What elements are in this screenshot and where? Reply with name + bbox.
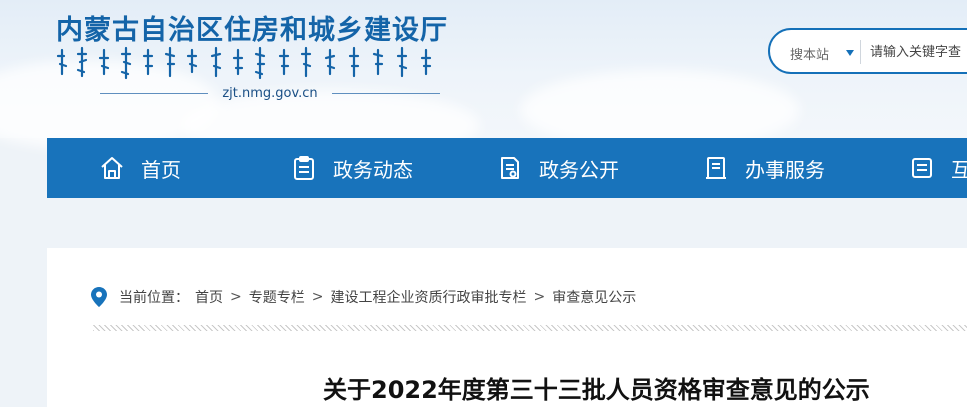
caret-down-icon[interactable] (846, 50, 854, 56)
breadcrumb-item-home[interactable]: 首页 (195, 287, 223, 307)
document-icon (497, 155, 523, 181)
breadcrumb-item-current[interactable]: 审查意见公示 (552, 287, 636, 307)
page: 内蒙古自治区住房和城乡建设厅 zjt.nmg.gov.cn 搜本站 请输入关键字… (0, 0, 967, 407)
divider (100, 92, 209, 94)
breadcrumb: 当前位置： 首页 > 专题专栏 > 建设工程企业资质行政审批专栏 > 审查意见公… (91, 286, 636, 308)
site-domain: zjt.nmg.gov.cn (222, 85, 318, 101)
nav-item-home[interactable]: 首页 (99, 138, 181, 198)
breadcrumb-item-column[interactable]: 建设工程企业资质行政审批专栏 (330, 287, 526, 307)
interaction-icon (909, 155, 935, 181)
domain-row: zjt.nmg.gov.cn (100, 84, 440, 102)
breadcrumb-prefix: 当前位置： (119, 290, 189, 306)
breadcrumb-separator: > (533, 289, 546, 305)
nav-item-label: 互 (951, 157, 967, 182)
nav-item-label: 政务公开 (539, 157, 619, 182)
content-panel: 当前位置： 首页 > 专题专栏 > 建设工程企业资质行政审批专栏 > 审查意见公… (47, 248, 967, 407)
form-icon (703, 155, 729, 181)
breadcrumb-separator: > (311, 289, 324, 305)
site-header: 内蒙古自治区住房和城乡建设厅 zjt.nmg.gov.cn 搜本站 请输入关键字… (0, 0, 967, 160)
nav-item-public-affairs[interactable]: 政务公开 (497, 138, 619, 198)
site-title[interactable]: 内蒙古自治区住房和城乡建设厅 (56, 8, 448, 47)
breadcrumb-separator: > (230, 289, 242, 305)
divider (860, 40, 861, 64)
breadcrumb-item-topics[interactable]: 专题专栏 (249, 287, 305, 307)
nav-item-label: 办事服务 (745, 157, 825, 182)
search-box: 搜本站 (768, 28, 967, 74)
search-input[interactable] (870, 40, 967, 64)
home-icon (99, 155, 125, 181)
main-nav: 首页 政务动态 政务公开 办事服务 互 (47, 138, 967, 198)
mongolian-script-icon (56, 46, 432, 80)
clipboard-icon (291, 155, 317, 181)
nav-item-interaction[interactable]: 互 (909, 138, 967, 198)
nav-item-services[interactable]: 办事服务 (703, 138, 825, 198)
nav-item-label: 政务动态 (333, 157, 413, 182)
nav-item-label: 首页 (141, 157, 181, 182)
search-scope-select[interactable]: 搜本站 (790, 44, 829, 63)
hatched-divider (93, 325, 967, 331)
article-title: 关于2022年度第三十三批人员资格审查意见的公示 (323, 376, 870, 404)
location-pin-icon (91, 287, 107, 307)
nav-item-news[interactable]: 政务动态 (291, 138, 413, 198)
divider (331, 92, 440, 94)
